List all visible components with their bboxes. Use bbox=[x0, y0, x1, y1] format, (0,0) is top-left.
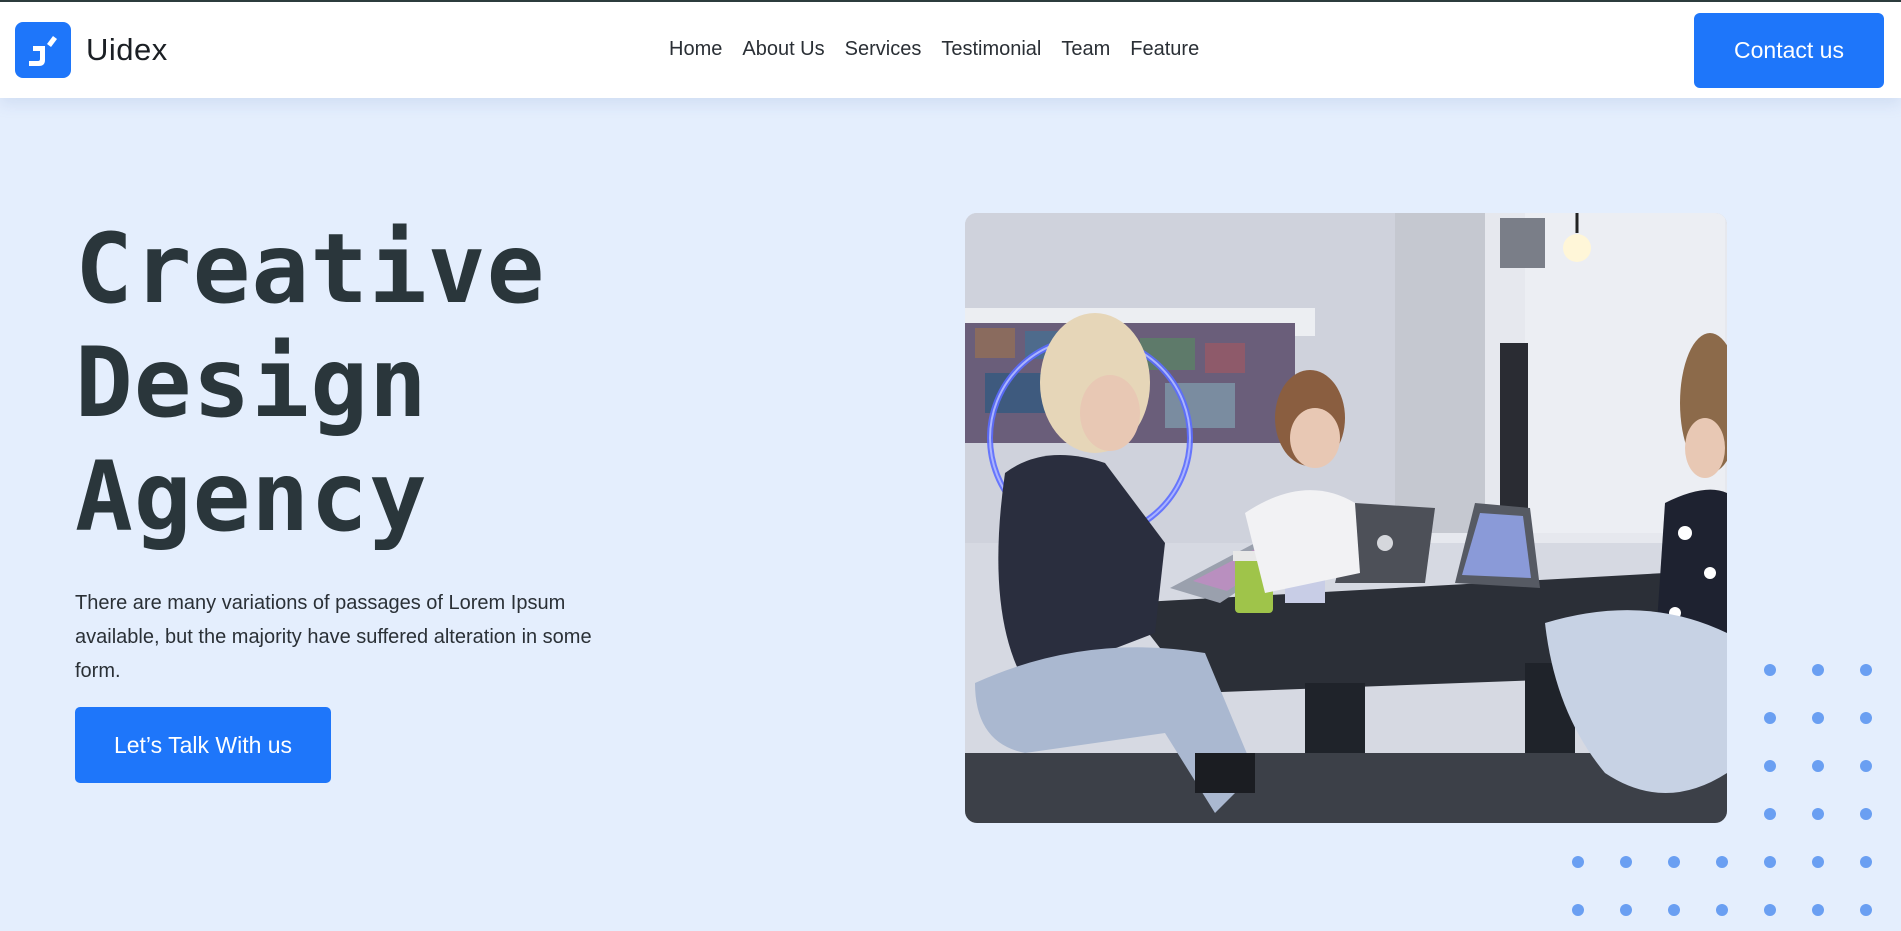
site-header: Uidex Home About Us Services Testimonial… bbox=[0, 2, 1901, 98]
hero-title-line: Creative bbox=[75, 213, 546, 325]
brand[interactable]: Uidex bbox=[15, 22, 168, 78]
nav-feature[interactable]: Feature bbox=[1130, 38, 1199, 61]
hero-title: Creative Design Agency bbox=[75, 212, 545, 554]
nav-services[interactable]: Services bbox=[845, 38, 922, 61]
team-meeting-photo bbox=[965, 213, 1727, 823]
contact-us-button[interactable]: Contact us bbox=[1694, 13, 1884, 88]
uidex-logo-icon bbox=[15, 22, 71, 78]
nav-team[interactable]: Team bbox=[1061, 38, 1110, 61]
lets-talk-button[interactable]: Let’s Talk With us bbox=[75, 707, 331, 783]
nav-home[interactable]: Home bbox=[669, 38, 722, 61]
nav-about-us[interactable]: About Us bbox=[742, 38, 824, 61]
brand-name: Uidex bbox=[86, 32, 168, 67]
nav-testimonial[interactable]: Testimonial bbox=[941, 38, 1041, 61]
hero-title-line: Agency bbox=[75, 441, 428, 553]
hero-description: There are many variations of passages of… bbox=[75, 592, 592, 682]
hero-title-line: Design bbox=[75, 327, 428, 439]
main-nav: Home About Us Services Testimonial Team … bbox=[669, 38, 1199, 61]
